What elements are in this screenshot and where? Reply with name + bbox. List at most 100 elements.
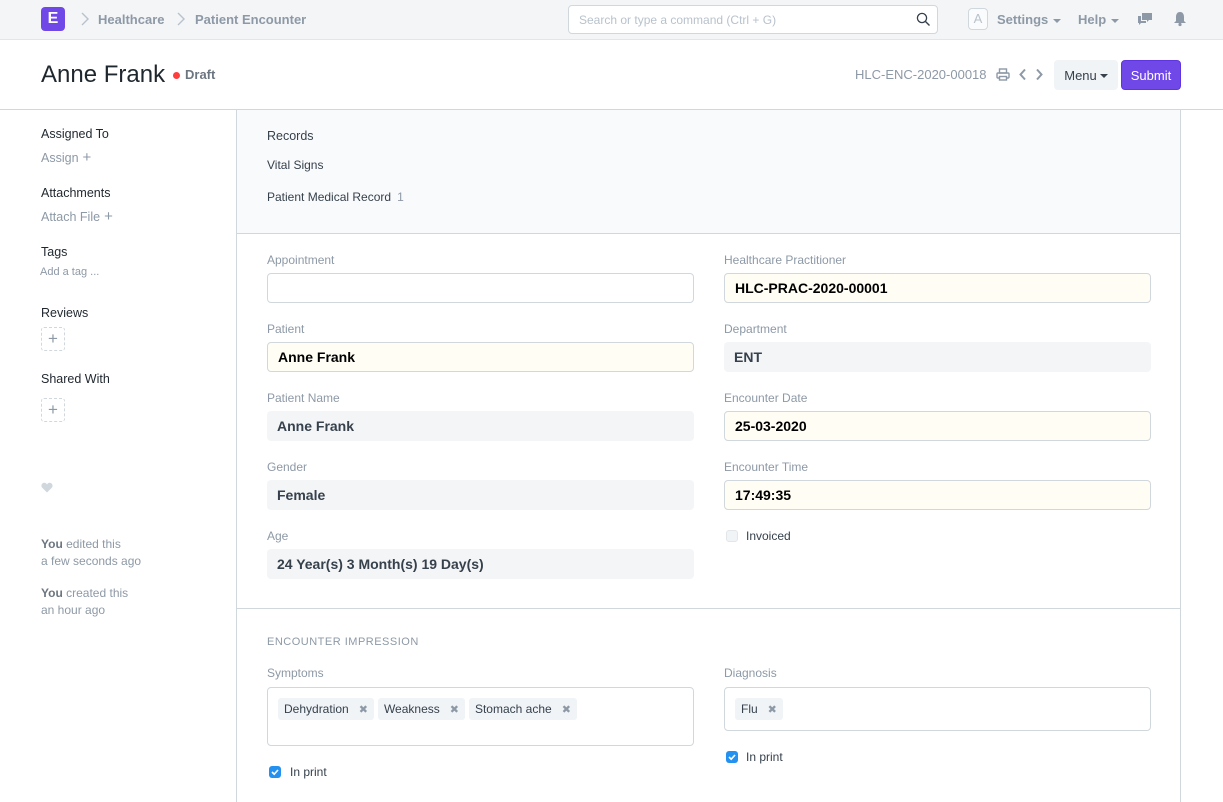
activity-time: a few seconds ago	[41, 554, 142, 568]
chevron-right-icon	[80, 11, 90, 27]
activity-item: You created this an hour ago	[41, 585, 128, 619]
invoiced-checkbox[interactable]	[726, 530, 738, 542]
avatar[interactable]: A	[968, 8, 988, 30]
app-logo[interactable]: E	[41, 7, 65, 31]
remove-icon[interactable]: ✖	[768, 704, 777, 716]
chat-icon[interactable]	[1137, 11, 1153, 30]
appointment-label: Appointment	[267, 253, 335, 267]
diagnosis-label: Diagnosis	[724, 666, 777, 680]
invoiced-label: Invoiced	[746, 529, 791, 543]
patient-name-label: Patient Name	[267, 391, 340, 405]
page-head: Anne Frank Draft HLC-ENC-2020-00018 Menu…	[0, 41, 1223, 110]
gender-value: Female	[267, 480, 694, 510]
symptom-pill: Stomach ache ✖	[468, 698, 577, 720]
caret-down-icon	[1099, 74, 1108, 79]
assign-link[interactable]: Assign +	[41, 149, 91, 166]
activity-user: You	[41, 537, 63, 551]
vital-signs-link[interactable]: Vital Signs	[267, 158, 323, 172]
practitioner-label: Healthcare Practitioner	[724, 253, 847, 267]
remove-icon[interactable]: ✖	[450, 704, 459, 716]
search-icon[interactable]	[916, 12, 931, 27]
caret-down-icon	[1111, 18, 1120, 23]
search-bar	[568, 5, 938, 34]
breadcrumb-healthcare[interactable]: Healthcare	[98, 12, 164, 27]
help-label: Help	[1078, 12, 1107, 27]
page-title: Anne Frank	[41, 61, 166, 88]
symptoms-multiselect[interactable]: Dehydration ✖ Weakness ✖ Stomach ache ✖	[267, 687, 694, 746]
plus-icon: +	[82, 149, 92, 166]
assign-label: Assign	[41, 151, 79, 165]
plus-icon: +	[48, 329, 58, 348]
appointment-input[interactable]	[267, 273, 694, 303]
search-input[interactable]	[569, 6, 899, 33]
patient-medical-record-label: Patient Medical Record	[267, 190, 392, 204]
encounter-impression-heading: ENCOUNTER IMPRESSION	[267, 636, 419, 648]
activity-action: created this	[66, 586, 129, 600]
shared-with-heading: Shared With	[41, 372, 110, 386]
tags-heading: Tags	[41, 245, 68, 259]
navbar: E Healthcare Patient Encounter A Setting…	[0, 0, 1223, 40]
assigned-to-heading: Assigned To	[41, 127, 109, 141]
form-main: Records Vital Signs Patient Medical Reco…	[236, 110, 1181, 802]
breadcrumb-patient-encounter[interactable]: Patient Encounter	[195, 12, 306, 27]
practitioner-input[interactable]	[724, 273, 1151, 303]
document-id: HLC-ENC-2020-00018	[855, 67, 987, 82]
checkmark-icon	[728, 754, 736, 761]
patient-label: Patient	[267, 322, 305, 336]
menu-button[interactable]: Menu	[1054, 60, 1118, 90]
menu-label: Menu	[1064, 67, 1097, 83]
activity-action: edited this	[66, 537, 121, 551]
encounter-date-label: Encounter Date	[724, 391, 808, 405]
checkmark-icon	[271, 769, 279, 776]
add-review-button[interactable]: +	[41, 327, 65, 351]
remove-icon[interactable]: ✖	[562, 704, 571, 716]
plus-icon: +	[48, 400, 58, 419]
diagnosis-multiselect[interactable]: Flu ✖	[724, 687, 1151, 731]
symptom-pill: Dehydration ✖	[278, 698, 374, 720]
symptoms-label: Symptoms	[267, 666, 324, 680]
activity-item: You edited this a few seconds ago	[41, 536, 141, 570]
help-dropdown[interactable]: Help	[1078, 12, 1120, 27]
status-badge: Draft	[185, 67, 216, 82]
pill-label: Stomach ache	[474, 702, 552, 716]
settings-dropdown[interactable]: Settings	[997, 12, 1062, 27]
patient-input[interactable]	[267, 342, 694, 372]
gender-label: Gender	[267, 460, 308, 474]
encounter-date-input[interactable]	[724, 411, 1151, 441]
section-divider	[237, 608, 1180, 609]
symptoms-in-print-checkbox[interactable]	[269, 766, 281, 778]
diagnosis-in-print-checkbox[interactable]	[726, 751, 738, 763]
patient-name-value: Anne Frank	[267, 411, 694, 441]
diagnosis-pill: Flu ✖	[735, 698, 783, 720]
status-indicator-dot	[173, 72, 180, 79]
diagnosis-in-print-label: In print	[746, 750, 783, 764]
records-heading: Records	[267, 129, 314, 143]
reviews-heading: Reviews	[41, 306, 89, 320]
attach-file-link[interactable]: Attach File +	[41, 208, 113, 225]
pill-label: Flu	[741, 702, 758, 716]
department-label: Department	[724, 322, 787, 336]
heart-icon[interactable]	[41, 481, 53, 496]
settings-label: Settings	[997, 12, 1049, 27]
vital-signs-label: Vital Signs	[267, 158, 324, 172]
attachments-heading: Attachments	[41, 186, 111, 200]
next-record-icon[interactable]	[1034, 68, 1044, 84]
add-tag-input[interactable]: Add a tag ...	[40, 266, 99, 278]
chevron-right-icon	[176, 11, 186, 27]
patient-medical-record-link[interactable]: Patient Medical Record 1	[267, 190, 404, 204]
submit-button[interactable]: Submit	[1121, 60, 1181, 90]
print-icon[interactable]	[996, 68, 1010, 84]
bell-icon[interactable]	[1173, 11, 1187, 30]
symptom-pill: Weakness ✖	[377, 698, 465, 720]
encounter-time-input[interactable]	[724, 480, 1151, 510]
pill-label: Dehydration	[284, 702, 349, 716]
sidebar: Assigned To Assign + Attachments Attach F…	[0, 110, 236, 802]
pill-label: Weakness	[383, 702, 440, 716]
add-share-button[interactable]: +	[41, 398, 65, 422]
records-section: Records Vital Signs Patient Medical Reco…	[237, 110, 1180, 234]
plus-icon: +	[104, 208, 113, 225]
previous-record-icon[interactable]	[1018, 68, 1028, 84]
record-count: 1	[397, 190, 404, 204]
age-value: 24 Year(s) 3 Month(s) 19 Day(s)	[267, 549, 694, 579]
remove-icon[interactable]: ✖	[359, 704, 368, 716]
